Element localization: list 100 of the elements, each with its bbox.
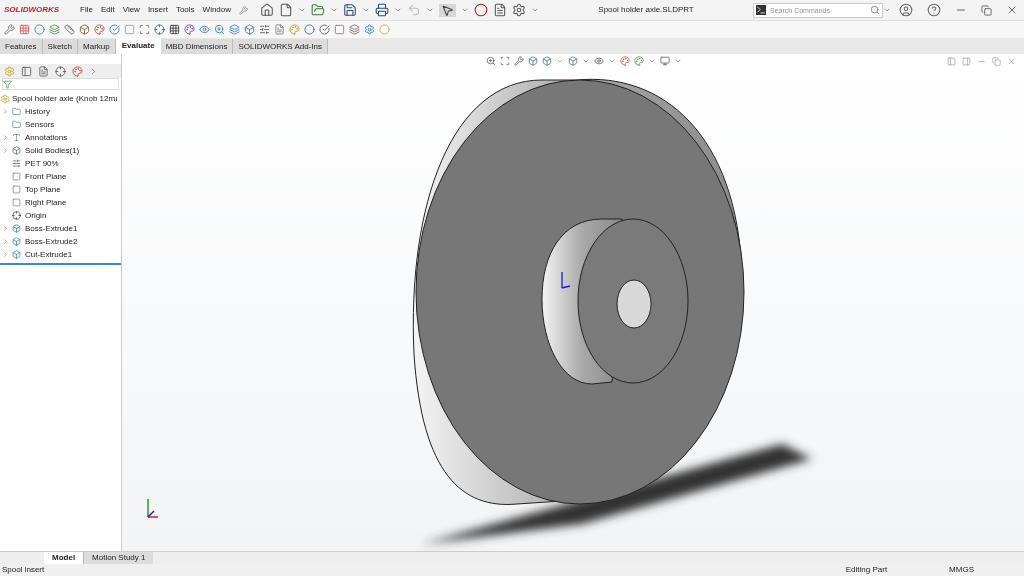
palette-icon[interactable] [94, 24, 105, 35]
tree-item[interactable]: Right Plane [25, 196, 67, 209]
caret-icon[interactable] [362, 6, 371, 14]
appearance-icon[interactable] [72, 65, 83, 77]
axis-triad-icon [561, 271, 571, 289]
tree-item[interactable]: Front Plane [25, 170, 67, 183]
scan-icon[interactable] [139, 24, 150, 35]
new-file-icon[interactable] [279, 3, 294, 17]
palette-icon[interactable] [184, 24, 195, 35]
box-icon[interactable] [79, 24, 90, 35]
undo-icon[interactable] [407, 3, 422, 17]
account-icon[interactable] [899, 3, 913, 17]
tree-item[interactable]: Top Plane [25, 183, 61, 196]
search-icon[interactable] [870, 4, 880, 15]
check-icon[interactable] [109, 24, 120, 35]
tree-item[interactable]: Boss-Extrude2 [25, 235, 78, 248]
layers-icon[interactable] [349, 24, 360, 35]
panel-right-icon[interactable] [962, 56, 971, 66]
tree-item[interactable]: History [25, 105, 50, 118]
panel-left-icon[interactable] [947, 56, 956, 66]
menu-item[interactable]: Insert [143, 4, 172, 16]
box-icon[interactable] [12, 146, 21, 155]
bottom-tab[interactable]: Model [44, 552, 84, 564]
tree-item[interactable]: Annotations [25, 131, 68, 144]
units-selector[interactable]: MMGS [949, 564, 974, 576]
folder-icon[interactable] [12, 120, 21, 129]
zoom-icon[interactable] [214, 24, 225, 35]
annotation-icon[interactable] [12, 133, 21, 142]
zoom-icon[interactable] [486, 56, 496, 66]
home-icon[interactable] [260, 3, 275, 17]
sphere-icon[interactable] [34, 24, 45, 35]
settings-icon[interactable] [512, 3, 527, 17]
caret-icon[interactable] [648, 57, 656, 65]
check-icon[interactable] [319, 24, 330, 35]
tree-item[interactable]: PET 90% [25, 157, 59, 170]
select-button[interactable] [439, 3, 457, 17]
appearance-icon[interactable] [620, 56, 630, 66]
crosshair-icon[interactable] [154, 24, 165, 35]
square-icon[interactable] [334, 24, 345, 35]
window-title: Spool holder axle.SLDPRT [598, 4, 694, 16]
save-icon[interactable] [343, 3, 358, 17]
print-icon[interactable] [375, 3, 390, 17]
sphere-icon[interactable] [379, 24, 390, 35]
tree-item[interactable]: Sensors [25, 118, 55, 131]
gear-icon[interactable] [364, 24, 375, 35]
document-icon[interactable] [274, 24, 285, 35]
menu-item[interactable]: Edit [96, 4, 119, 16]
sliders-icon[interactable] [259, 24, 270, 35]
palette-icon[interactable] [289, 24, 300, 35]
menu-item[interactable]: File [76, 4, 97, 16]
folder-icon[interactable] [12, 107, 21, 116]
caret-icon[interactable] [556, 57, 564, 65]
caret-icon[interactable] [426, 6, 435, 14]
sphere-icon[interactable] [304, 24, 315, 35]
layers-icon[interactable] [49, 24, 60, 35]
eye-icon[interactable] [594, 56, 604, 66]
caret-icon[interactable] [461, 6, 470, 14]
tree-item[interactable]: Cut-Extrude1 [25, 248, 73, 261]
restore-icon[interactable] [981, 4, 992, 16]
caret-icon[interactable] [298, 6, 307, 14]
filter-icon[interactable] [3, 79, 12, 89]
caret-icon[interactable] [883, 6, 891, 14]
square-icon[interactable] [124, 24, 135, 35]
bottom-tab[interactable]: Motion Study 1 [83, 552, 154, 564]
caret-icon[interactable] [394, 6, 403, 14]
command-tab[interactable]: Markup [78, 39, 116, 54]
box-icon[interactable] [244, 24, 255, 35]
command-tab[interactable]: Sketch [42, 39, 79, 54]
help-icon[interactable] [927, 3, 941, 17]
file-properties-icon[interactable] [493, 3, 508, 17]
menu-item[interactable]: View [118, 4, 144, 16]
caret-icon[interactable] [330, 6, 339, 14]
caret-icon[interactable] [608, 57, 616, 65]
open-folder-icon[interactable] [311, 3, 326, 17]
zoom-area-icon[interactable] [500, 56, 510, 66]
caret-icon[interactable] [674, 57, 682, 65]
property-manager-icon[interactable] [21, 65, 32, 77]
tree-item[interactable]: Boss-Extrude1 [25, 222, 78, 235]
tree-root[interactable]: Spool holder axle (Knob 12mı [12, 92, 118, 105]
ruler-icon[interactable] [64, 24, 75, 35]
tree-item[interactable]: Origin [25, 209, 47, 222]
caret-icon[interactable] [531, 6, 540, 14]
command-tab[interactable]: Evaluate [115, 38, 161, 54]
caret-icon[interactable] [582, 57, 590, 65]
close-icon[interactable] [1006, 4, 1018, 16]
status-message: Spool insert [2, 564, 45, 576]
command-tab[interactable]: SOLIDWORKS Add-Ins [233, 39, 329, 54]
status-mode: Editing Part [845, 564, 888, 576]
tree-item[interactable]: Solid Bodies(1) [25, 144, 80, 157]
layers-icon[interactable] [229, 24, 240, 35]
menu-item[interactable]: Tools [171, 4, 199, 16]
command-tab[interactable]: Features [0, 39, 43, 54]
eye-icon[interactable] [199, 24, 210, 35]
restore-icon[interactable] [992, 56, 1001, 66]
origin-icon[interactable] [12, 211, 21, 220]
monitor-icon[interactable] [660, 56, 670, 66]
grid-icon[interactable] [169, 24, 180, 35]
wrench-icon[interactable] [4, 24, 15, 35]
command-tab[interactable]: MBD Dimensions [160, 39, 234, 54]
menu-item[interactable]: Window [198, 4, 236, 16]
